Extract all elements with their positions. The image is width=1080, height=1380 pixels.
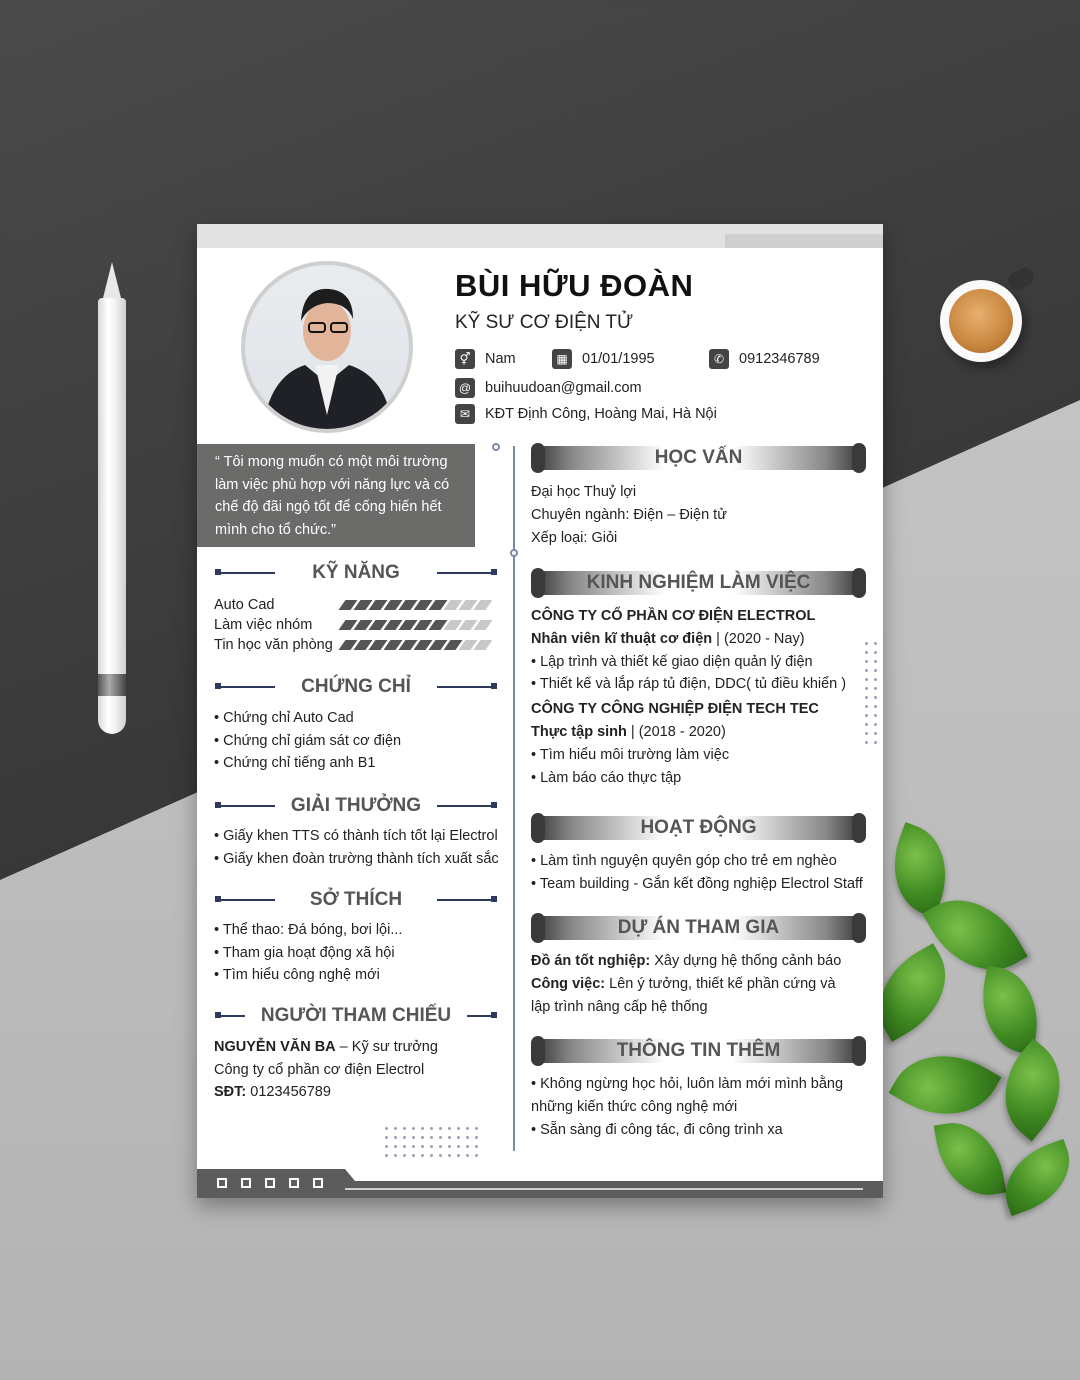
timeline-dot	[510, 549, 518, 557]
reference-company: Công ty cổ phần cơ điện Electrol	[214, 1061, 425, 1078]
list-item: • Thiết kế và lắp ráp tủ điện, DDC( tủ đ…	[531, 676, 847, 693]
list-item: Xếp loại: Giỏi	[531, 529, 618, 546]
reference-role: – Kỹ sư trưởng	[335, 1039, 438, 1055]
list-item: • Sẵn sàng đi công tác, đi công trình xa	[531, 1121, 783, 1138]
phone-value: 0912346789	[739, 351, 820, 367]
project-text: Lên ý tưởng, thiết kế phần cứng và	[605, 975, 836, 992]
skill-name: Tin học văn phòng	[214, 637, 333, 653]
avatar	[245, 265, 409, 429]
candidate-name: BÙI HỮU ĐOÀN	[455, 268, 694, 303]
reference-heading: NGƯỜI THAM CHIẾU	[215, 1004, 497, 1028]
gender-info: ⚥ Nam	[455, 349, 516, 369]
awards-list: • Giấy khen TTS có thành tích tốt lại El…	[214, 825, 499, 870]
list-item: • Làm báo cáo thực tập	[531, 769, 682, 786]
project-label: Đồ án tốt nghiệp:	[531, 953, 651, 969]
envelope-icon: ✉	[455, 404, 475, 424]
education-heading: HỌC VẤN	[531, 443, 866, 473]
reference-name: NGUYỄN VĂN BA	[214, 1039, 336, 1055]
at-icon: @	[455, 378, 475, 398]
reference-phone: 0123456789	[246, 1084, 331, 1101]
certificates-heading: CHỨNG CHỈ	[215, 675, 497, 699]
skill-rating	[338, 600, 493, 610]
list-item: những kiến thức công nghệ mới	[531, 1098, 738, 1115]
list-item: • Tìm hiểu môi trường làm việc	[531, 746, 730, 763]
projects-list: Đồ án tốt nghiệp: Xây dựng hệ thống cảnh…	[531, 950, 841, 1018]
skill-name: Auto Cad	[214, 597, 275, 613]
list-item: • Thể thao: Đá bóng, bơi lội...	[214, 922, 403, 938]
phone-icon: ✆	[709, 349, 729, 369]
list-item: • Tham gia hoạt động xã hội	[214, 944, 395, 961]
list-item: • Chứng chỉ Auto Cad	[214, 710, 354, 726]
pencil-decoration	[98, 262, 128, 734]
certificates-list: • Chứng chỉ Auto Cad • Chứng chỉ giám sá…	[214, 707, 401, 775]
phone-info: ✆ 0912346789	[709, 349, 820, 369]
reference-phone-label: SĐT:	[214, 1084, 247, 1101]
skill-rating	[338, 620, 493, 630]
career-objective-quote: “ Tôi mong muốn có một môi trường làm vi…	[197, 444, 475, 547]
list-item: • Giấy khen TTS có thành tích tốt lại El…	[214, 828, 498, 844]
top-bar	[197, 224, 883, 248]
activities-heading: HOẠT ĐỘNG	[531, 813, 866, 843]
cake-icon: ▦	[552, 349, 572, 369]
education-list: Đại học Thuỷ lợi Chuyên ngành: Điện – Đi…	[531, 481, 727, 549]
dot-grid-decoration	[865, 642, 877, 744]
dob-info: ▦ 01/01/1995	[552, 349, 655, 369]
hobbies-heading: SỞ THÍCH	[215, 888, 497, 912]
list-item: • Giấy khen đoàn trường thành tích xuất …	[214, 850, 499, 867]
address-value: KĐT Định Công, Hoàng Mai, Hà Nội	[485, 406, 717, 422]
experience-heading: KINH NGHIỆM LÀM VIỆC	[531, 568, 866, 598]
list-item: • Lập trình và thiết kế giao diện quản l…	[531, 653, 813, 670]
gender-value: Nam	[485, 351, 516, 367]
cv-paper: BÙI HỮU ĐOÀN KỸ SƯ CƠ ĐIỆN TỬ ⚥ Nam ▦ 01…	[197, 224, 883, 1198]
job-period: | (2020 - Nay)	[712, 630, 805, 647]
dot-grid-decoration	[385, 1127, 478, 1157]
hobbies-list: • Thể thao: Đá bóng, bơi lội... • Tham g…	[214, 919, 402, 987]
list-item: • Không ngừng học hỏi, luôn làm mới mình…	[531, 1076, 844, 1092]
address-info: ✉ KĐT Định Công, Hoàng Mai, Hà Nội	[455, 404, 717, 424]
skills-heading: KỸ NĂNG	[215, 561, 497, 585]
gender-icon: ⚥	[455, 349, 475, 369]
list-item: • Tìm hiểu công nghệ mới	[214, 967, 380, 984]
awards-heading: GIẢI THƯỞNG	[215, 794, 497, 818]
projects-heading: DỰ ÁN THAM GIA	[531, 913, 866, 943]
job-role: Thực tập sinh	[531, 723, 627, 740]
timeline-branch	[495, 446, 515, 556]
project-text: Xây dựng hệ thống cảnh báo	[650, 953, 842, 969]
company-name: CÔNG TY CÔNG NGHIỆP ĐIỆN TECH TEC	[531, 701, 819, 718]
list-item: Chuyên ngành: Điện – Điện tử	[531, 506, 727, 523]
skill-name: Làm việc nhóm	[214, 617, 313, 633]
dob-value: 01/01/1995	[582, 351, 655, 367]
candidate-title: KỸ SƯ CƠ ĐIỆN TỬ	[455, 312, 634, 333]
email-value[interactable]: buihuudoan@gmail.com	[485, 380, 642, 396]
additional-info-list: • Không ngừng học hỏi, luôn làm mới mình…	[531, 1073, 843, 1141]
plant-decoration	[859, 800, 1080, 1260]
job-period: | (2018 - 2020)	[626, 723, 726, 740]
coffee-cup-decoration	[940, 264, 1037, 362]
timeline-line	[513, 556, 515, 1151]
list-item: • Chứng chỉ giám sát cơ điện	[214, 732, 402, 749]
reference-block: NGUYỄN VĂN BA – Kỹ sư trưởng Công ty cổ …	[214, 1036, 438, 1104]
experience-list: CÔNG TY CỔ PHẦN CƠ ĐIỆN ELECTROL Nhân vi…	[531, 605, 846, 789]
list-item: • Team building - Gắn kết đồng nghiệp El…	[531, 875, 863, 892]
company-name: CÔNG TY CỔ PHẦN CƠ ĐIỆN ELECTROL	[531, 608, 816, 624]
job-role: Nhân viên kĩ thuật cơ điện	[531, 630, 713, 647]
skill-rating	[338, 640, 493, 650]
activities-list: • Làm tình nguyện quyên góp cho trẻ em n…	[531, 850, 863, 896]
email-info: @ buihuudoan@gmail.com	[455, 378, 642, 398]
list-item: • Làm tình nguyện quyên góp cho trẻ em n…	[531, 853, 837, 869]
list-item: • Chứng chỉ tiếng anh B1	[214, 755, 376, 772]
additional-info-heading: THÔNG TIN THÊM	[531, 1036, 866, 1066]
project-text: lập trình nâng cấp hệ thống	[531, 998, 708, 1015]
skills-list: Auto Cad Làm việc nhóm Tin học văn phòng	[214, 595, 333, 655]
timeline-dot	[492, 443, 500, 451]
project-label: Công việc:	[531, 975, 606, 992]
bottom-bar	[197, 1169, 883, 1198]
list-item: Đại học Thuỷ lợi	[531, 484, 637, 500]
